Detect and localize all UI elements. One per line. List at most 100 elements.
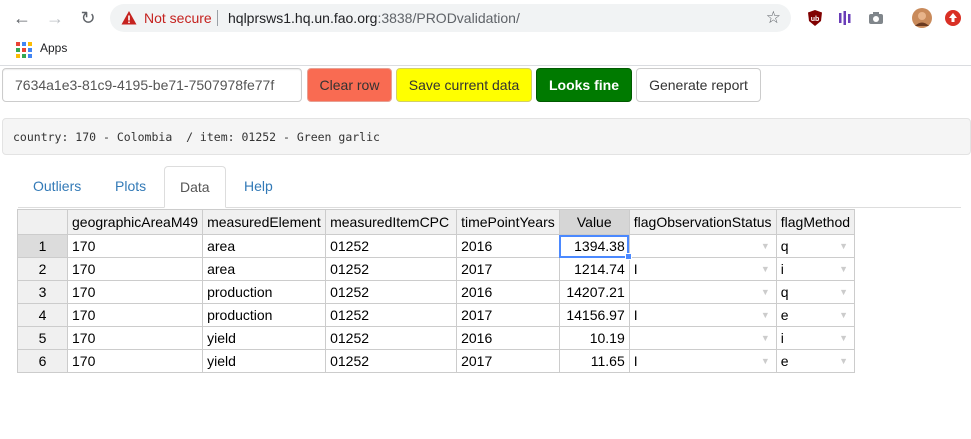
dropdown-cell[interactable]: ▼ <box>628 326 777 350</box>
dropdown-cell[interactable]: q ▼ <box>775 234 856 258</box>
cell[interactable]: 170 <box>66 349 204 373</box>
cell-selected[interactable]: 1394.38 <box>558 234 633 261</box>
save-current-data-button[interactable]: Save current data <box>396 68 532 102</box>
bookmark-star-icon[interactable]: ☆ <box>766 8 781 28</box>
url-text[interactable]: hqlprsws1.hq.un.fao.org:3838/PRODvalidat… <box>228 10 520 26</box>
looks-fine-button[interactable]: Looks fine <box>536 68 632 102</box>
cell[interactable]: 2017 <box>456 303 560 327</box>
row-number[interactable]: 3 <box>17 280 68 304</box>
tab-data[interactable]: Data <box>164 166 226 208</box>
cell[interactable]: 170 <box>66 303 204 327</box>
tab-bar: Outliers Plots Data Help <box>18 166 961 208</box>
reload-icon[interactable]: ↻ <box>78 8 98 28</box>
extension-bars-icon[interactable] <box>836 9 854 27</box>
chrome-divider <box>0 65 971 66</box>
cell[interactable]: production <box>202 280 327 304</box>
cell[interactable]: 170 <box>66 280 204 304</box>
cell-value: I <box>633 307 638 323</box>
profile-avatar-icon[interactable] <box>912 8 932 28</box>
clear-row-button[interactable]: Clear row <box>307 68 392 102</box>
cell[interactable]: 01252 <box>325 326 458 350</box>
dropdown-cell[interactable]: e ▼ <box>775 349 856 373</box>
cell[interactable]: production <box>202 303 327 327</box>
cell[interactable]: 170 <box>66 326 204 350</box>
row-number[interactable]: 1 <box>17 234 68 258</box>
camera-extension-icon[interactable] <box>867 9 885 27</box>
cell[interactable]: 01252 <box>325 234 458 258</box>
cell[interactable]: 01252 <box>325 303 458 327</box>
dropdown-cell[interactable]: i ▼ <box>775 257 856 281</box>
cell[interactable]: 01252 <box>325 257 458 281</box>
tab-help[interactable]: Help <box>229 166 288 208</box>
cell[interactable]: 2016 <box>456 280 560 304</box>
update-arrow-icon[interactable] <box>944 9 962 27</box>
column-header[interactable]: flagObservationStatus <box>628 209 777 235</box>
cell[interactable]: 14156.97 <box>558 303 630 327</box>
generate-report-button[interactable]: Generate report <box>636 68 761 102</box>
table-row: 6 170 yield 01252 2017 11.65 I ▼ e ▼ <box>17 349 856 373</box>
corner-header[interactable] <box>17 209 68 235</box>
tab-plots[interactable]: Plots <box>100 166 161 208</box>
dropdown-arrow-icon[interactable]: ▼ <box>839 264 848 274</box>
apps-bookmark[interactable]: Apps <box>40 41 67 55</box>
dropdown-cell[interactable]: e ▼ <box>775 303 856 327</box>
dropdown-cell[interactable]: I ▼ <box>628 257 777 281</box>
cell-value: i <box>780 261 784 277</box>
dropdown-arrow-icon[interactable]: ▼ <box>761 264 770 274</box>
dropdown-cell[interactable]: I ▼ <box>628 349 777 373</box>
table-row: 3 170 production 01252 2016 14207.21 ▼ q… <box>17 280 856 304</box>
tab-outliers[interactable]: Outliers <box>18 166 96 208</box>
column-header[interactable]: timePointYears <box>456 209 560 235</box>
cell[interactable]: yield <box>202 326 327 350</box>
dropdown-arrow-icon[interactable]: ▼ <box>761 310 770 320</box>
row-number[interactable]: 4 <box>17 303 68 327</box>
apps-grid-icon[interactable] <box>16 42 32 58</box>
dropdown-arrow-icon[interactable]: ▼ <box>761 241 770 251</box>
dropdown-cell[interactable]: ▼ <box>628 280 777 304</box>
cell[interactable]: 2016 <box>456 234 560 258</box>
record-id-input[interactable] <box>2 68 302 102</box>
cell[interactable]: 2016 <box>456 326 560 350</box>
ublock-extension-icon[interactable]: ub <box>806 9 824 27</box>
dropdown-arrow-icon[interactable]: ▼ <box>761 287 770 297</box>
column-header[interactable]: measuredItemCPC <box>325 209 458 235</box>
dropdown-cell[interactable]: I ▼ <box>628 303 777 327</box>
row-number[interactable]: 2 <box>17 257 68 281</box>
cell[interactable]: 1214.74 <box>558 257 630 281</box>
cell[interactable]: 2017 <box>456 257 560 281</box>
cell[interactable]: 170 <box>66 234 204 258</box>
back-arrow-icon[interactable]: ← <box>12 8 32 28</box>
forward-arrow-icon[interactable]: → <box>45 8 65 28</box>
warning-icon <box>121 11 137 25</box>
cell-value: q <box>780 238 789 254</box>
cell[interactable]: 2017 <box>456 349 560 373</box>
column-header[interactable]: geographicAreaM49 <box>66 209 204 235</box>
cell[interactable]: area <box>202 234 327 258</box>
cell[interactable]: 14207.21 <box>558 280 630 304</box>
cell[interactable]: 170 <box>66 257 204 281</box>
cell[interactable]: 10.19 <box>558 326 630 350</box>
dropdown-cell[interactable]: ▼ <box>628 234 777 258</box>
dropdown-arrow-icon[interactable]: ▼ <box>839 333 848 343</box>
cell[interactable]: area <box>202 257 327 281</box>
dropdown-arrow-icon[interactable]: ▼ <box>761 356 770 366</box>
cell[interactable]: 11.65 <box>558 349 630 373</box>
dropdown-arrow-icon[interactable]: ▼ <box>839 287 848 297</box>
address-bar[interactable]: Not secure hqlprsws1.hq.un.fao.org:3838/… <box>110 4 791 32</box>
column-header[interactable]: flagMethod <box>775 209 856 235</box>
cell[interactable]: yield <box>202 349 327 373</box>
dropdown-arrow-icon[interactable]: ▼ <box>839 356 848 366</box>
dropdown-arrow-icon[interactable]: ▼ <box>839 310 848 320</box>
dropdown-cell[interactable]: q ▼ <box>775 280 856 304</box>
column-header[interactable]: measuredElement <box>202 209 327 235</box>
cell[interactable]: 01252 <box>325 349 458 373</box>
dropdown-arrow-icon[interactable]: ▼ <box>761 333 770 343</box>
column-header[interactable]: Value <box>558 209 630 235</box>
cell-value: I <box>633 261 638 277</box>
cell-value: q <box>780 284 789 300</box>
dropdown-arrow-icon[interactable]: ▼ <box>839 241 848 251</box>
cell[interactable]: 01252 <box>325 280 458 304</box>
dropdown-cell[interactable]: i ▼ <box>775 326 856 350</box>
row-number[interactable]: 6 <box>17 349 68 373</box>
row-number[interactable]: 5 <box>17 326 68 350</box>
